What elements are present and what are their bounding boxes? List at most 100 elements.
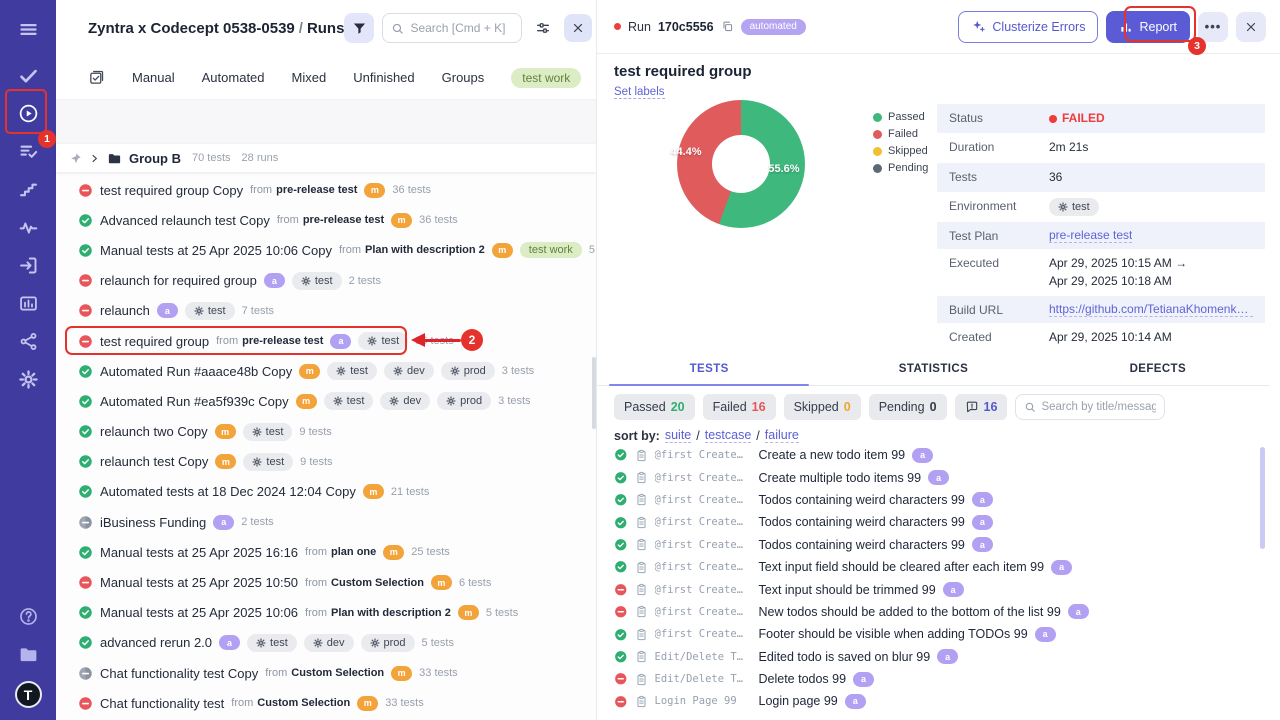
status-chips: Passed20 Failed16 Skipped0 Pending0 (614, 394, 947, 420)
test-row[interactable]: @first Create…Create a new todo item 99a (614, 444, 1260, 466)
runs-panel-close-button[interactable] (564, 14, 592, 42)
run-row[interactable]: test required group Copyfrompre-release … (56, 175, 596, 205)
chip-count: 0 (930, 400, 937, 414)
sort-link-suite[interactable]: suite (665, 428, 691, 443)
run-from: fromCustom Selection (265, 667, 384, 679)
sort-link-testcase[interactable]: testcase (705, 428, 752, 443)
run-row[interactable]: Chat functionality test CopyfromCustom S… (56, 658, 596, 688)
env-badge: test (327, 362, 377, 380)
run-title: Automated tests at 18 Dec 2024 12:04 Cop… (100, 484, 356, 499)
copy-icon[interactable] (721, 20, 734, 33)
test-row[interactable]: @first Create…Text input field should be… (614, 556, 1260, 578)
filter-chip-skipped[interactable]: Skipped0 (784, 394, 861, 420)
run-row[interactable]: Manual tests at 25 Apr 2025 10:50fromCus… (56, 567, 596, 597)
run-title: Manual tests at 25 Apr 2025 10:06 Copy (100, 243, 332, 258)
run-row[interactable]: Automated Run #aaace48b Copymtestdevprod… (56, 356, 596, 386)
run-row[interactable]: advanced rerun 2.0atestdevprod5 tests (56, 628, 596, 658)
test-row[interactable]: Login Page 99Login page 99a (614, 690, 1260, 712)
test-row[interactable]: Edit/Delete T…Delete todos 99a (614, 668, 1260, 690)
bar-chart-box-icon (18, 293, 39, 314)
sidebar-item-import[interactable] (8, 246, 48, 284)
sidebar-item-tests[interactable] (8, 56, 48, 94)
test-suite: @first Create… (655, 494, 752, 506)
clusterize-errors-button[interactable]: Clusterize Errors (958, 11, 1098, 43)
tab-defects[interactable]: DEFECTS (1046, 356, 1270, 385)
runs-tab-unfinished[interactable]: Unfinished (353, 70, 414, 85)
run-row[interactable]: Chat functionality testfromCustom Select… (56, 688, 596, 718)
sort-link-failure[interactable]: failure (765, 428, 799, 443)
test-row[interactable]: @first Create…Todos containing weird cha… (614, 489, 1260, 511)
filter-chip-pending[interactable]: Pending0 (869, 394, 947, 420)
passed-icon (78, 213, 93, 228)
run-row[interactable]: test required groupfrompre-release testa… (56, 326, 596, 356)
run-row[interactable]: Manual tests at 25 Apr 2025 10:06 Copyfr… (56, 235, 596, 265)
test-row[interactable]: @first Create…Create multiple todo items… (614, 466, 1260, 488)
from-label: from (216, 335, 238, 347)
gear-small-icon (313, 638, 323, 648)
runs-tab-automated[interactable]: Automated (202, 70, 265, 85)
test-row[interactable]: @first Create…Todos containing weird cha… (614, 511, 1260, 533)
sidebar-item-steps[interactable] (8, 170, 48, 208)
comments-chip[interactable]: 16 (955, 394, 1008, 420)
runs-search-input[interactable] (410, 21, 513, 35)
runs-search[interactable] (382, 13, 522, 43)
tests-list-scrollbar[interactable] (1260, 447, 1265, 549)
run-title: Advanced relaunch test Copy (100, 213, 270, 228)
run-type-badge-a: a (213, 515, 234, 530)
passed-icon (614, 516, 628, 530)
tag-filter-chip[interactable]: test work (511, 68, 581, 88)
run-row[interactable]: relaunchatest7 tests (56, 296, 596, 326)
close-icon (1245, 21, 1257, 33)
more-options-button[interactable]: ••• (1198, 12, 1228, 42)
run-row[interactable]: relaunch for required groupatest2 tests (56, 266, 596, 296)
runs-tab-mixed[interactable]: Mixed (292, 70, 327, 85)
filter-button[interactable] (344, 13, 374, 43)
filter-chip-failed[interactable]: Failed16 (703, 394, 776, 420)
test-row[interactable]: @first Create…New todos should be added … (614, 601, 1260, 623)
info-row-executed: ExecutedApr 29, 2025 10:15 AM →Apr 29, 2… (937, 249, 1265, 296)
run-row[interactable]: relaunch two Copymtest9 tests (56, 417, 596, 447)
run-row[interactable]: Manual tests at 25 Apr 2025 16:16frompla… (56, 537, 596, 567)
run-row[interactable]: Automated tests at 18 Dec 2024 12:04 Cop… (56, 477, 596, 507)
test-row[interactable]: @first Create…Footer should be visible w… (614, 623, 1260, 645)
gear-small-icon (1058, 202, 1068, 212)
group-row[interactable]: Group B 70 tests 28 runs (56, 144, 596, 172)
sidebar-item-plans[interactable] (8, 132, 48, 170)
tab-statistics[interactable]: STATISTICS (821, 356, 1045, 385)
run-detail-close-button[interactable] (1236, 12, 1266, 42)
user-avatar[interactable]: T (15, 681, 42, 708)
sidebar-item-analytics[interactable] (8, 208, 48, 246)
run-row[interactable]: Automated Run #ea5f939c Copymtestdevprod… (56, 386, 596, 416)
run-type-badge-m: m (357, 696, 378, 711)
runs-tab-groups[interactable]: Groups (442, 70, 485, 85)
sidebar-item-runs[interactable] (8, 94, 48, 132)
tests-search-input[interactable] (1041, 401, 1156, 413)
run-type-badge-m: m (215, 424, 236, 439)
test-title: New todos should be added to the bottom … (759, 605, 1061, 619)
sidebar-item-branches[interactable] (8, 322, 48, 360)
sidebar-item-help[interactable] (8, 597, 48, 635)
sidebar-item-projects[interactable] (8, 635, 48, 673)
run-row[interactable]: iBusiness Fundinga2 tests (56, 507, 596, 537)
sidebar-item-menu[interactable] (8, 10, 48, 48)
report-button[interactable]: Report (1106, 11, 1190, 43)
tests-search[interactable] (1015, 394, 1165, 420)
sidebar-item-settings[interactable] (8, 360, 48, 398)
info-link[interactable]: pre-release test (1049, 228, 1132, 243)
chevron-right-icon[interactable] (89, 153, 100, 164)
set-labels-link[interactable]: Set labels (614, 86, 665, 99)
clipboard-icon (635, 628, 648, 641)
filter-chip-passed[interactable]: Passed20 (614, 394, 695, 420)
view-settings-button[interactable] (530, 15, 556, 41)
run-row[interactable]: Manual tests at 25 Apr 2025 10:06fromPla… (56, 598, 596, 628)
info-link[interactable]: https://github.com/TetianaKhomenko/Lo... (1049, 302, 1253, 317)
test-row[interactable]: @first Create…Todos containing weird cha… (614, 534, 1260, 556)
sidebar-item-reports[interactable] (8, 284, 48, 322)
select-all-icon[interactable] (88, 69, 105, 86)
runs-tab-manual[interactable]: Manual (132, 70, 175, 85)
tab-tests[interactable]: TESTS (597, 356, 821, 385)
run-row[interactable]: relaunch test Copymtest9 tests (56, 447, 596, 477)
test-row[interactable]: @first Create…Text input should be trimm… (614, 578, 1260, 600)
run-row[interactable]: Advanced relaunch test Copyfrompre-relea… (56, 205, 596, 235)
test-row[interactable]: Edit/Delete T…Edited todo is saved on bl… (614, 646, 1260, 668)
